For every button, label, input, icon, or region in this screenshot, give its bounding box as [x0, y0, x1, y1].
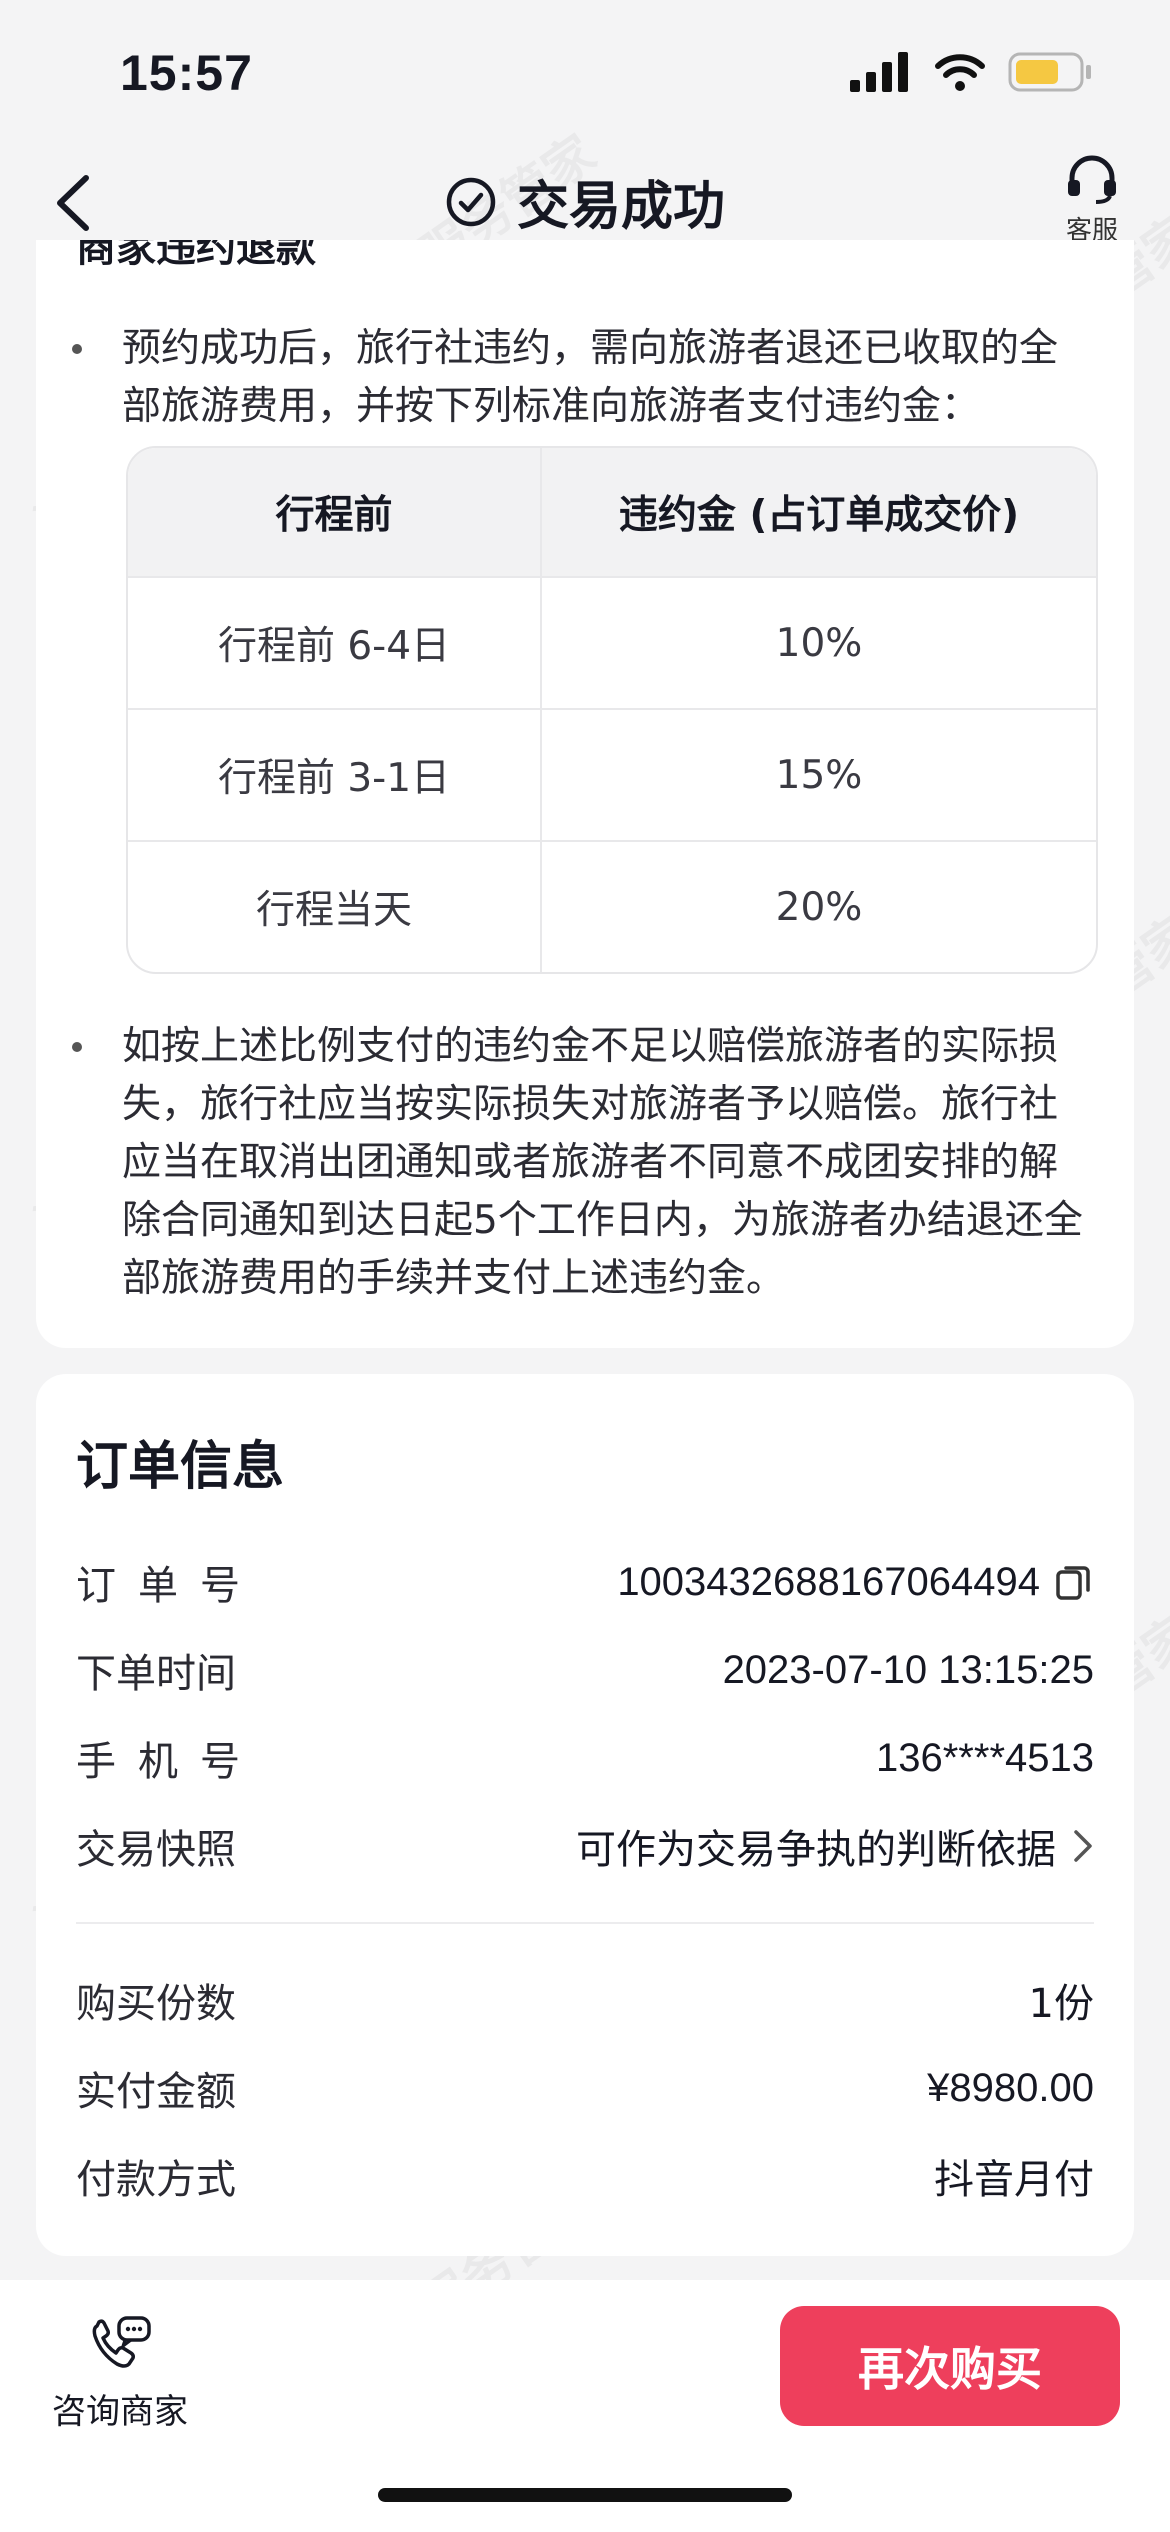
phone-label: 手机号 [76, 1739, 262, 1785]
phone-row: 手机号 136****4513 [76, 1728, 1094, 1788]
order-number-value: 1003432688167064494 [617, 1559, 1040, 1604]
policy-bullet-1-text: 预约成功后，旅行社违约，需向旅游者退还已收取的全部旅游费用，并按下列标准向旅游者… [122, 326, 1059, 429]
header-cell: 行程前 [128, 448, 542, 576]
wifi-icon [935, 54, 985, 91]
order-info-card: 订单信息 订单号 1003432688167064494 下单时间 2023-0… [36, 1374, 1134, 2256]
policy-bullet-2-text: 如按上述比例支付的违约金不足以赔偿旅游者的实际损失，旅行社应当按实际损失对旅游者… [122, 1024, 1083, 1301]
check-circle-icon [446, 177, 496, 226]
battery-icon [1008, 52, 1091, 92]
policy-bullet-2: 如按上述比例支付的违约金不足以赔偿旅游者的实际损失，旅行社应当按实际损失对旅游者… [72, 1018, 1112, 1308]
customer-service-button[interactable]: 客服 [1042, 154, 1142, 247]
quantity-row: 购买份数 1份 [76, 1970, 1094, 2030]
header-cell: 违约金 (占订单成交价) [618, 493, 1020, 538]
table-cell: 行程当天 [128, 842, 542, 972]
order-number-label: 订单号 [76, 1563, 262, 1609]
status-bar: 15:57 [0, 0, 1170, 150]
snapshot-value: 可作为交易争执的判断依据 [576, 1827, 1056, 1873]
order-time-label: 下单时间 [76, 1651, 236, 1697]
payment-method-value: 抖音月付 [934, 2157, 1094, 2203]
paid-amount-value: ¥8980.00 [927, 2065, 1094, 2110]
table-cell: 20% [775, 884, 863, 930]
paid-amount-label: 实付金额 [76, 2069, 236, 2115]
snapshot-label: 交易快照 [76, 1827, 236, 1873]
divider [76, 1922, 1094, 1924]
headset-icon [1068, 155, 1116, 204]
home-indicator [378, 2488, 792, 2502]
nav-title-group: 交易成功 [0, 164, 1170, 239]
payment-method-row: 付款方式 抖音月付 [76, 2146, 1094, 2206]
snapshot-value-group[interactable]: 可作为交易争执的判断依据 [576, 1817, 1094, 1875]
snapshot-row[interactable]: 交易快照 可作为交易争执的判断依据 [76, 1816, 1094, 1876]
chevron-right-icon [1074, 1830, 1092, 1862]
payment-method-label: 付款方式 [76, 2157, 236, 2203]
penalty-table-header: 行程前 违约金 (占订单成交价) [128, 448, 1096, 576]
table-row: 行程前 3-1日 15% [128, 708, 1096, 840]
order-time-row: 下单时间 2023-07-10 13:15:25 [76, 1640, 1094, 1700]
order-time-value: 2023-07-10 13:15:25 [722, 1647, 1094, 1692]
paid-amount-row: 实付金额 ¥8980.00 [76, 2058, 1094, 2118]
policy-bullet-1: 预约成功后，旅行社违约，需向旅游者退还已收取的全部旅游费用，并按下列标准向旅游者… [72, 320, 1112, 436]
table-row: 行程前 6-4日 10% [128, 576, 1096, 708]
signal-icon [850, 52, 908, 92]
table-cell: 行程前 3-1日 [128, 710, 542, 840]
buy-again-button[interactable]: 再次购买 [780, 2306, 1120, 2426]
bullet-dot [72, 344, 82, 354]
consult-merchant-button[interactable]: 咨询商家 [40, 2316, 200, 2433]
table-row: 行程当天 20% [128, 840, 1096, 972]
phone-chat-icon [92, 2316, 151, 2368]
copy-icon[interactable] [1054, 1562, 1094, 1602]
table-cell: 10% [775, 620, 863, 666]
quantity-value: 1份 [1028, 1981, 1094, 2027]
page-title: 交易成功 [516, 177, 725, 237]
penalty-table: 行程前 违约金 (占订单成交价) 行程前 6-4日 10% 行程前 3-1日 1… [126, 446, 1098, 974]
refund-policy-card: 商家违约退款 预约成功后，旅行社违约，需向旅游者退还已收取的全部旅游费用，并按下… [36, 240, 1134, 1348]
table-cell: 15% [775, 752, 863, 798]
order-number-value-group[interactable]: 1003432688167064494 [617, 1560, 1094, 1605]
table-cell: 行程前 6-4日 [128, 578, 542, 708]
policy-section-title: 商家违约退款 [76, 240, 316, 271]
consult-merchant-label: 咨询商家 [52, 2392, 188, 2432]
order-number-row: 订单号 1003432688167064494 [76, 1552, 1094, 1612]
status-time: 15:57 [120, 45, 253, 101]
phone-value: 136****4513 [876, 1735, 1094, 1780]
status-icons [850, 52, 1092, 92]
order-info-title: 订单信息 [76, 1437, 285, 1497]
bullet-dot [72, 1042, 82, 1052]
quantity-label: 购买份数 [76, 1981, 236, 2027]
